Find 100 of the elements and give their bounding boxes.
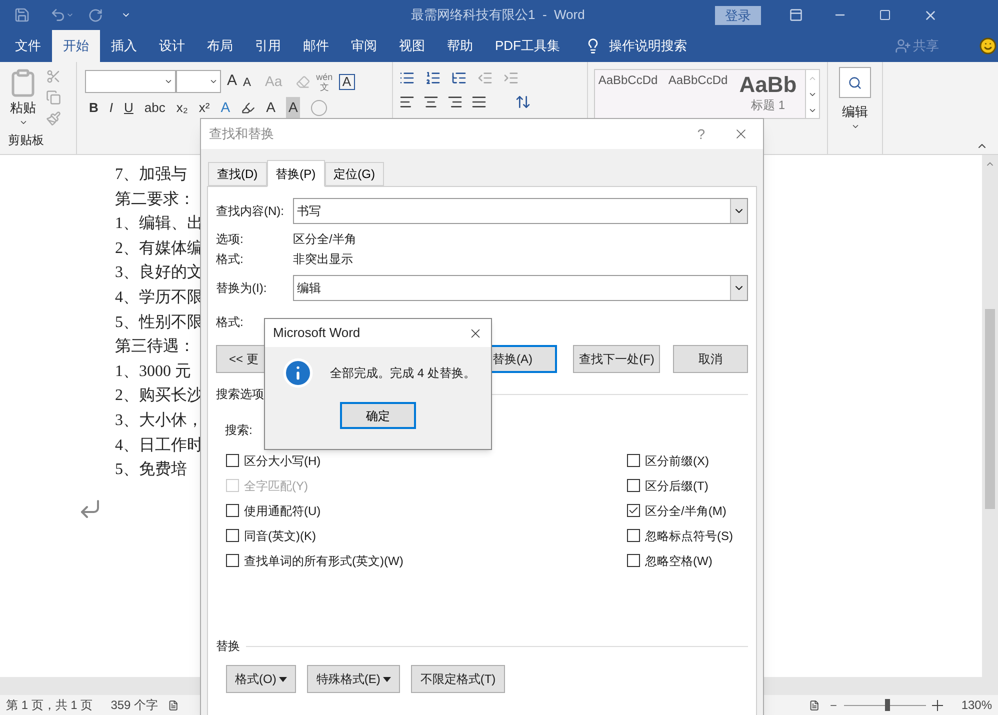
maximize-icon[interactable]	[878, 9, 891, 21]
style-gallery-item[interactable]: AaBbCcDd	[595, 70, 661, 118]
ok-button[interactable]: 确定	[340, 402, 416, 429]
help-button[interactable]: ?	[697, 124, 705, 144]
char-border-button[interactable]: A	[338, 74, 355, 90]
search-label: 搜索:	[225, 422, 252, 439]
ribbon-tab[interactable]: 视图	[388, 30, 436, 62]
numbering-icon[interactable]	[425, 70, 441, 86]
dialog-tab[interactable]: 替换(P)	[266, 160, 325, 187]
replace-input[interactable]: 编辑	[293, 275, 748, 301]
search-icon[interactable]	[848, 76, 862, 90]
checkbox-label: 使用通配符(U)	[244, 502, 321, 520]
tell-me-search[interactable]: 操作说明搜索	[601, 30, 695, 62]
smiley-icon[interactable]	[979, 37, 997, 55]
find-button-frame[interactable]	[839, 67, 871, 98]
align-center-icon[interactable]	[423, 94, 439, 110]
checkbox[interactable]	[627, 454, 640, 467]
text-effects-button[interactable]: A	[220, 97, 230, 118]
ribbon-tab[interactable]: 设计	[148, 30, 196, 62]
word-count[interactable]: 359 个字	[110, 696, 158, 714]
format-label: 格式:	[216, 251, 244, 268]
document-line: 第三待遇：	[115, 337, 195, 358]
checkbox-label: 区分后缀(T)	[645, 478, 708, 494]
checkbox-label: 忽略标点符号(S)	[645, 528, 733, 544]
caret-icon[interactable]	[209, 77, 218, 86]
checkbox[interactable]	[627, 554, 640, 567]
zoom-level[interactable]: 130%	[961, 696, 992, 714]
zoom-slider[interactable]	[844, 699, 926, 711]
checkbox[interactable]	[627, 479, 640, 492]
font-color-button[interactable]: A	[266, 97, 276, 118]
line-spacing-icon[interactable]	[515, 94, 531, 110]
ribbon-tab[interactable]: 插入	[100, 30, 148, 62]
proofing-icon[interactable]	[168, 698, 179, 712]
ribbon-tab[interactable]: 文件	[4, 30, 52, 62]
phonetic-button[interactable]: wén 文	[316, 72, 333, 92]
document-line: 1、3000 元	[115, 362, 191, 382]
ribbon-tab[interactable]: 开始	[52, 30, 100, 62]
dropdown-arrow-icon	[279, 676, 288, 682]
highlighter-icon[interactable]	[241, 100, 256, 114]
focus-icon[interactable]	[808, 698, 820, 712]
checkbox[interactable]	[226, 504, 239, 517]
dialog-tab[interactable]: 定位(G)	[324, 162, 384, 186]
checkbox[interactable]	[226, 529, 239, 542]
grow-font-button[interactable]: A	[227, 70, 238, 93]
page-count[interactable]: 第 1 页，共 1 页	[6, 696, 93, 714]
vertical-scrollbar[interactable]	[982, 155, 998, 695]
font-style-button[interactable]: B	[89, 98, 98, 118]
ribbon-tab[interactable]: 帮助	[436, 30, 484, 62]
bullets-icon[interactable]	[399, 70, 415, 86]
style-gallery-item[interactable]: AaBb 标题 1	[735, 70, 801, 118]
align-left-icon[interactable]	[399, 94, 415, 110]
dialog-button[interactable]: 格式(O)	[226, 665, 296, 693]
zoom-in-icon[interactable]	[932, 700, 942, 710]
ribbon-display-icon[interactable]	[788, 8, 803, 22]
style-gallery-item[interactable]: AaBbCcDd	[665, 70, 731, 118]
shrink-font-button[interactable]: A	[243, 72, 252, 90]
checkbox[interactable]	[627, 529, 640, 542]
checkbox-label: 同音(英文)(K)	[244, 528, 316, 544]
checkbox[interactable]	[627, 504, 640, 517]
document-line: 4、日工作时	[115, 436, 203, 456]
font-size-field[interactable]	[176, 70, 221, 93]
checkbox-label: 全字匹配(Y)	[244, 478, 308, 494]
find-input[interactable]: 书写	[293, 198, 748, 224]
checkbox[interactable]	[226, 554, 239, 567]
font-style-button[interactable]: x₂	[176, 98, 188, 118]
ribbon-tab[interactable]: PDF工具集	[484, 30, 571, 62]
font-style-button[interactable]: abc	[144, 98, 166, 118]
ribbon-tab[interactable]: 邮件	[292, 30, 340, 62]
dialog-button[interactable]: 取消	[673, 345, 748, 373]
checkbox[interactable]	[226, 454, 239, 467]
undo-icon[interactable]	[50, 7, 66, 23]
find-label: 查找内容(N):	[216, 203, 285, 220]
editing-button[interactable]: 编辑	[842, 102, 868, 122]
checkbox-label: 忽略空格(W)	[645, 552, 712, 570]
format-label: 格式:	[216, 314, 244, 331]
multilevel-list-icon[interactable]	[451, 70, 467, 86]
font-style-button[interactable]: x²	[198, 98, 210, 118]
dialog-tab[interactable]: 查找(D)	[208, 162, 267, 186]
dialog-button[interactable]: 查找下一处(F)	[573, 345, 660, 373]
align-right-icon[interactable]	[447, 94, 463, 110]
ribbon-tab[interactable]: 引用	[244, 30, 292, 62]
caret-icon[interactable]	[164, 77, 173, 86]
ribbon-tab[interactable]: 审阅	[340, 30, 388, 62]
checkbox-label: 区分前缀(X)	[645, 452, 709, 470]
font-name-field[interactable]	[85, 70, 176, 93]
dialog-button[interactable]: 特殊格式(E)	[307, 665, 400, 693]
document-line: 7、加强与	[115, 164, 187, 185]
dialog-button[interactable]: 不限定格式(T)	[411, 665, 505, 693]
zoom-thumb[interactable]	[884, 699, 890, 711]
ribbon-tab[interactable]: 布局	[196, 30, 244, 62]
font-style-button[interactable]: U	[124, 98, 134, 118]
save-icon[interactable]	[14, 7, 30, 23]
checkbox-label: 区分大小写(H)	[244, 452, 321, 470]
font-style-button[interactable]: I	[109, 98, 114, 118]
justify-icon[interactable]	[471, 94, 487, 110]
char-shading-button[interactable]: A	[286, 97, 300, 118]
redo-icon[interactable]	[88, 8, 103, 22]
info-icon	[282, 357, 314, 389]
paste-button[interactable]: 粘贴	[10, 98, 36, 118]
scrollbar-thumb[interactable]	[985, 309, 995, 509]
